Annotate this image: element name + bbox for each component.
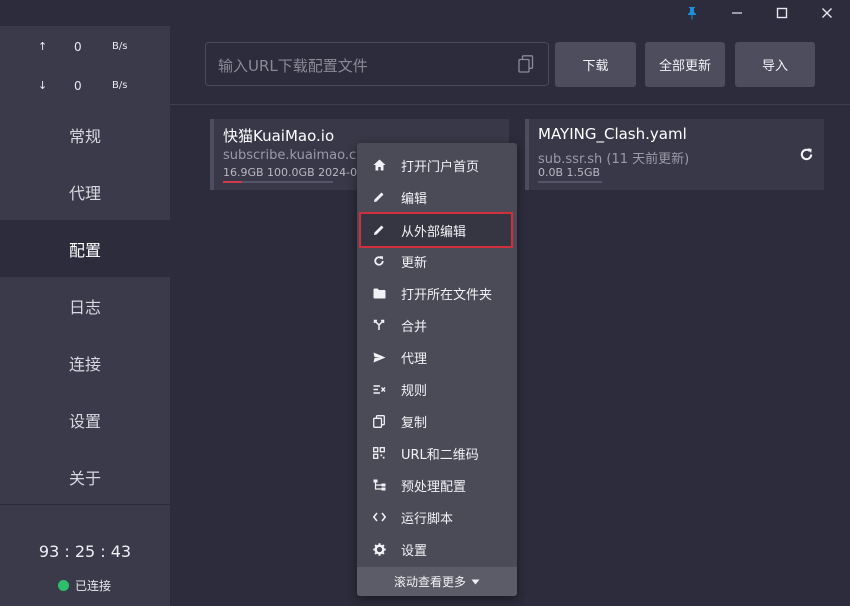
scroll-more-button[interactable]: 滚动查看更多 [357, 567, 517, 596]
connection-status: 已连接 [58, 577, 111, 594]
maximize-icon[interactable] [762, 0, 802, 26]
nav-item-about[interactable]: 关于 [0, 448, 170, 505]
download-value: 0 [74, 79, 82, 93]
paste-icon[interactable] [518, 55, 536, 75]
menu-item-label: 复制 [401, 415, 428, 431]
refresh-icon [372, 254, 386, 268]
nav-item-settings[interactable]: 设置 [0, 391, 170, 448]
nav-label-profiles: 配置 [68, 240, 101, 260]
usage-progress-bar [223, 181, 333, 183]
close-icon[interactable] [807, 0, 847, 26]
profile-usage: 0.0B 1.5GB [538, 166, 601, 179]
menu-item-label: 预处理配置 [401, 479, 467, 495]
import-button[interactable]: 导入 [735, 42, 815, 87]
nav-label-connections: 连接 [68, 354, 101, 374]
menu-item-label: 编辑 [401, 191, 428, 207]
tree-icon [372, 478, 386, 492]
pencil-icon [372, 190, 386, 204]
pencil-icon [372, 223, 386, 237]
menu-item-settings[interactable]: 设置 [357, 533, 517, 565]
nav-item-profiles[interactable]: 配置 [0, 220, 170, 277]
profile-source: sub.ssr.sh (11 天前更新) [538, 152, 690, 167]
uptime-clock: 93 : 25 : 43 [38, 542, 132, 561]
nav-item-connections[interactable]: 连接 [0, 334, 170, 391]
menu-item-proxies[interactable]: 代理 [357, 341, 517, 373]
minimize-icon[interactable] [717, 0, 757, 26]
upload-arrow-icon: ↑ [38, 40, 48, 53]
menu-item-edit[interactable]: 编辑 [357, 181, 517, 213]
status-dot-icon [58, 580, 69, 591]
upload-value: 0 [74, 40, 82, 54]
menu-item-label: 代理 [401, 351, 428, 367]
sidebar-divider [0, 504, 170, 505]
url-input[interactable] [216, 53, 510, 79]
nav-label-proxies: 代理 [68, 183, 101, 203]
menu-item-run-script[interactable]: 运行脚本 [357, 501, 517, 533]
download-arrow-icon: ↓ [38, 79, 48, 92]
menu-item-copy[interactable]: 复制 [357, 405, 517, 437]
menu-item-label: 设置 [401, 543, 428, 559]
rules-icon [372, 382, 386, 396]
download-button[interactable]: 下载 [555, 42, 636, 87]
caret-down-icon [471, 579, 480, 585]
code-icon [372, 510, 386, 524]
toolbar-divider [170, 104, 850, 105]
copy-icon [372, 414, 386, 428]
upload-speed: ↑ 0 B/s [0, 38, 170, 58]
merge-icon [372, 318, 386, 332]
nav-item-proxies[interactable]: 代理 [0, 163, 170, 220]
send-icon [372, 350, 386, 364]
menu-item-label: 运行脚本 [401, 511, 454, 527]
profile-name: 快猫KuaiMao.io [223, 127, 335, 145]
title-bar [0, 0, 850, 26]
nav-label-logs: 日志 [68, 297, 101, 317]
menu-item-open-portal[interactable]: 打开门户首页 [357, 149, 517, 181]
nav-item-general[interactable]: 常规 [0, 106, 170, 163]
menu-item-label: 打开门户首页 [401, 159, 480, 175]
menu-item-label: 从外部编辑 [401, 224, 467, 240]
menu-item-label: 合并 [401, 319, 428, 335]
menu-item-open-folder[interactable]: 打开所在文件夹 [357, 277, 517, 309]
scroll-more-label: 滚动查看更多 [393, 575, 466, 589]
menu-item-preprocess[interactable]: 预处理配置 [357, 469, 517, 501]
menu-item-label: 打开所在文件夹 [401, 287, 493, 303]
context-menu: 打开门户首页 编辑 从外部编辑 更新 打开所在文件夹 合并 代理 规则 复制 U… [357, 143, 517, 596]
menu-item-label: 规则 [401, 383, 428, 399]
update-all-button[interactable]: 全部更新 [645, 42, 725, 87]
usage-progress-bar [538, 181, 602, 183]
refresh-icon[interactable] [799, 147, 814, 162]
download-unit: B/s [112, 80, 128, 91]
gear-icon [372, 542, 386, 556]
usage-progress-fill [223, 181, 242, 183]
menu-item-label: 更新 [401, 255, 428, 271]
home-icon [372, 158, 386, 172]
nav-item-logs[interactable]: 日志 [0, 277, 170, 334]
profile-card[interactable]: MAYING_Clash.yaml sub.ssr.sh (11 天前更新) 0… [525, 119, 824, 190]
menu-item-edit-externally[interactable]: 从外部编辑 [359, 212, 513, 248]
menu-item-rules[interactable]: 规则 [357, 373, 517, 405]
profile-name: MAYING_Clash.yaml [538, 125, 687, 143]
menu-item-merge[interactable]: 合并 [357, 309, 517, 341]
status-label: 已连接 [75, 579, 112, 593]
menu-item-url-qrcode[interactable]: URL和二维码 [357, 437, 517, 469]
url-input-box[interactable] [205, 42, 549, 86]
menu-item-label: URL和二维码 [401, 447, 479, 463]
menu-item-update[interactable]: 更新 [357, 245, 517, 277]
nav-label-settings: 设置 [68, 411, 101, 431]
upload-unit: B/s [112, 41, 128, 52]
qrcode-icon [372, 446, 386, 460]
pin-icon[interactable] [672, 0, 712, 26]
nav-label-about: 关于 [68, 468, 101, 488]
download-speed: ↓ 0 B/s [0, 77, 170, 97]
sidebar: ↑ 0 B/s ↓ 0 B/s 常规 代理 配置 日志 连接 设置 关于 [0, 26, 170, 606]
folder-icon [372, 286, 386, 300]
nav-label-general: 常规 [68, 126, 101, 146]
